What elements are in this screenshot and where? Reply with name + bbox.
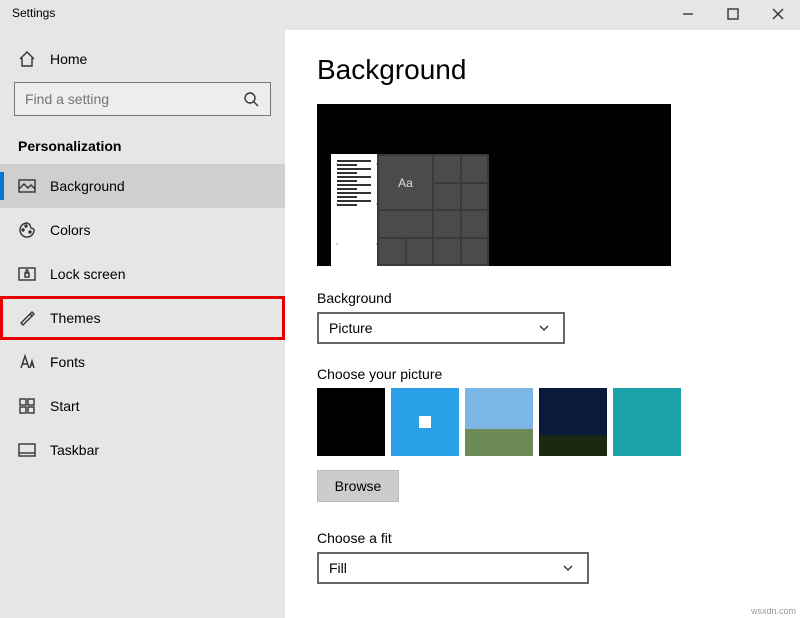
- background-label: Background: [317, 290, 800, 306]
- picture-thumb-2[interactable]: [391, 388, 459, 456]
- sidebar-item-label: Fonts: [50, 354, 85, 370]
- preview-window: Aa: [331, 154, 489, 266]
- fit-dropdown[interactable]: Fill: [317, 552, 589, 584]
- page-title: Background: [317, 54, 800, 86]
- search-icon: [242, 90, 260, 108]
- lockscreen-icon: [18, 265, 36, 283]
- content-area: Background Aa: [285, 30, 800, 618]
- window-controls: [665, 0, 800, 28]
- picture-icon: [18, 177, 36, 195]
- picture-thumb-3[interactable]: [465, 388, 533, 456]
- titlebar: Settings: [0, 0, 800, 30]
- sidebar-item-start[interactable]: Start: [0, 384, 285, 428]
- choose-picture-label: Choose your picture: [317, 366, 800, 382]
- sidebar: Home Personalization Background Colors L…: [0, 30, 285, 618]
- sidebar-item-fonts[interactable]: Fonts: [0, 340, 285, 384]
- sidebar-item-label: Taskbar: [50, 442, 99, 458]
- category-header: Personalization: [0, 130, 285, 164]
- palette-icon: [18, 221, 36, 239]
- sidebar-item-label: Colors: [50, 222, 90, 238]
- maximize-button[interactable]: [710, 0, 755, 28]
- search-input[interactable]: [14, 82, 271, 116]
- start-icon: [18, 397, 36, 415]
- preview-tile-aa: Aa: [379, 156, 432, 209]
- sidebar-item-themes[interactable]: Themes: [0, 296, 285, 340]
- close-button[interactable]: [755, 0, 800, 28]
- home-label: Home: [50, 51, 87, 67]
- sidebar-item-lockscreen[interactable]: Lock screen: [0, 252, 285, 296]
- search-field[interactable]: [25, 91, 242, 107]
- window-title: Settings: [0, 0, 67, 26]
- background-dropdown[interactable]: Picture: [317, 312, 565, 344]
- background-dropdown-value: Picture: [329, 320, 373, 336]
- sidebar-item-label: Themes: [50, 310, 101, 326]
- sidebar-item-label: Lock screen: [50, 266, 125, 282]
- sidebar-item-taskbar[interactable]: Taskbar: [0, 428, 285, 472]
- fit-dropdown-value: Fill: [329, 560, 347, 576]
- sidebar-item-label: Start: [50, 398, 80, 414]
- home-button[interactable]: Home: [0, 40, 285, 82]
- minimize-button[interactable]: [665, 0, 710, 28]
- sidebar-item-colors[interactable]: Colors: [0, 208, 285, 252]
- sidebar-item-label: Background: [50, 178, 125, 194]
- picture-thumb-5[interactable]: [613, 388, 681, 456]
- attribution: wsxdn.com: [751, 606, 796, 616]
- fonts-icon: [18, 353, 36, 371]
- themes-icon: [18, 309, 36, 327]
- browse-button[interactable]: Browse: [317, 470, 399, 502]
- fit-label: Choose a fit: [317, 530, 800, 546]
- picture-thumbnails: [317, 388, 800, 456]
- taskbar-icon: [18, 441, 36, 459]
- sidebar-item-background[interactable]: Background: [0, 164, 285, 208]
- picture-thumb-1[interactable]: [317, 388, 385, 456]
- chevron-down-icon: [535, 319, 553, 337]
- desktop-preview: Aa: [317, 104, 671, 266]
- picture-thumb-4[interactable]: [539, 388, 607, 456]
- chevron-down-icon: [559, 559, 577, 577]
- browse-button-label: Browse: [335, 478, 382, 494]
- home-icon: [18, 50, 36, 68]
